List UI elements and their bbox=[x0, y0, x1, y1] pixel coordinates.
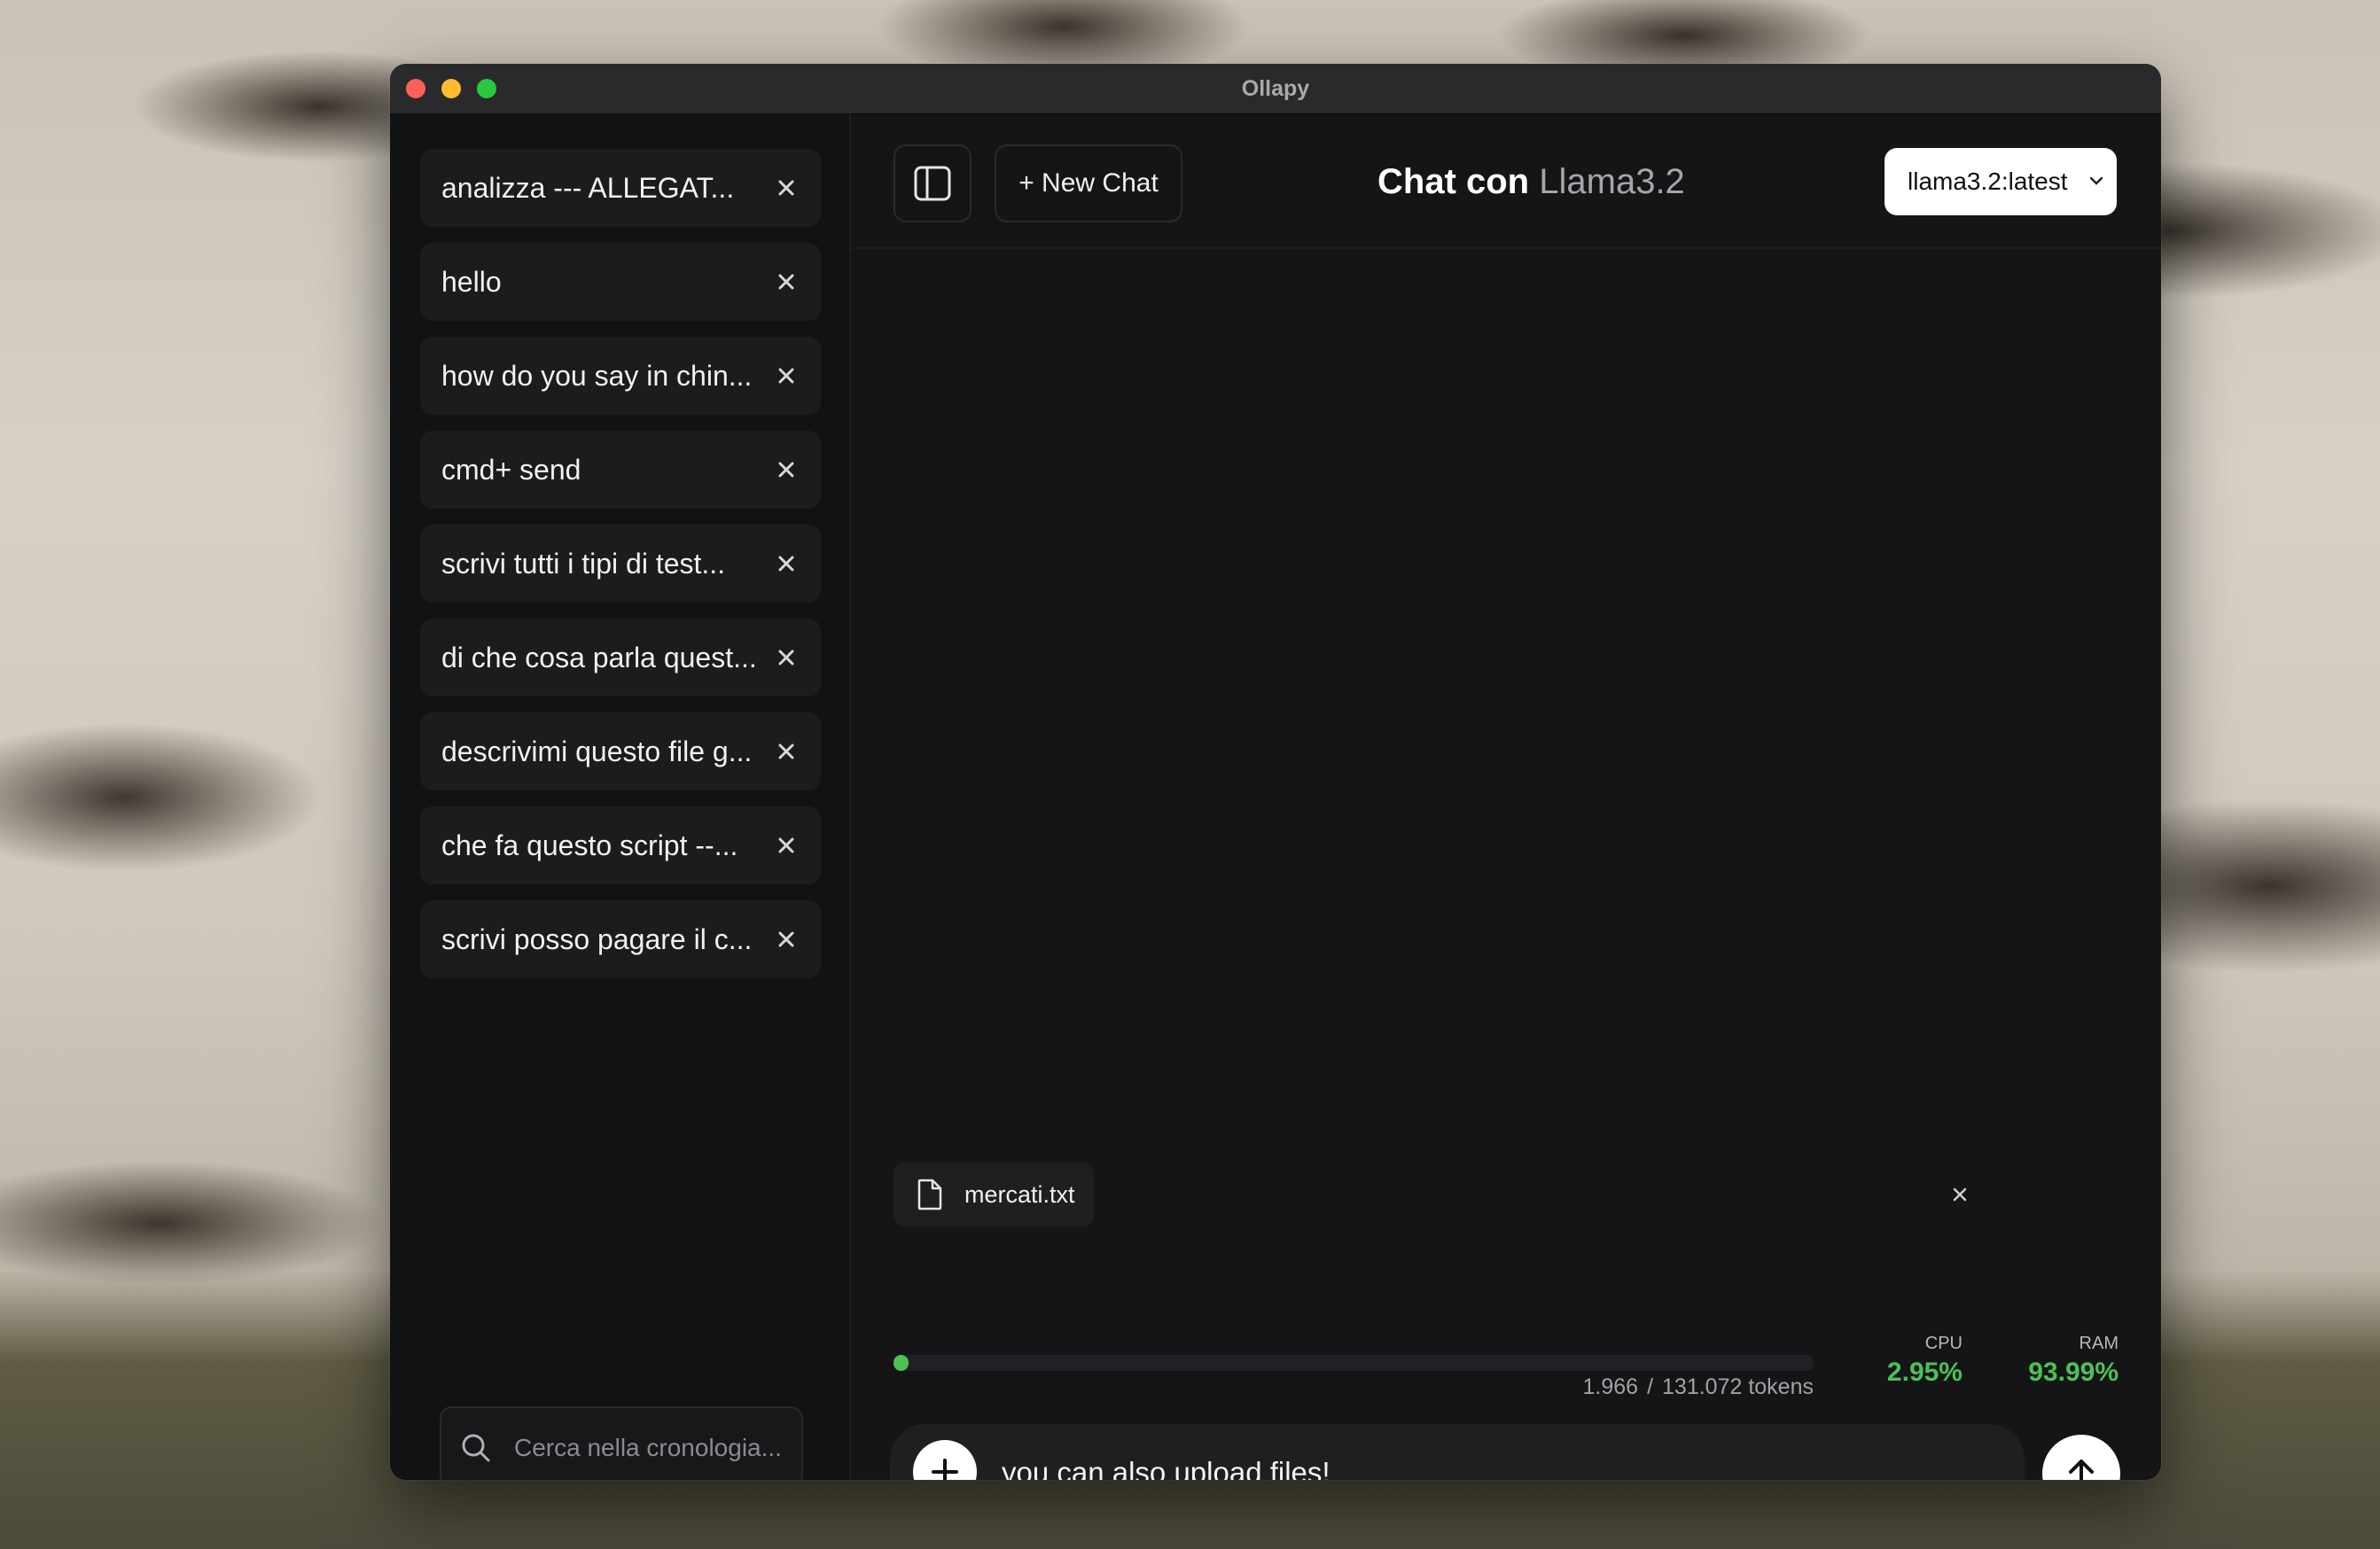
cpu-stat: CPU 2.95% bbox=[1853, 1334, 1963, 1388]
chat-history-item[interactable]: che fa questo script --... bbox=[420, 806, 821, 884]
chat-title: Chat con Llama3.2 bbox=[1377, 146, 1685, 217]
title-bar: Ollapy bbox=[390, 64, 2161, 114]
delete-chat-icon[interactable] bbox=[776, 648, 796, 667]
attachment-chip: mercati.txt bbox=[893, 1163, 1094, 1226]
chat-history-label: che fa questo script --... bbox=[441, 829, 738, 861]
chat-history-item[interactable]: di che cosa parla quest... bbox=[420, 619, 821, 697]
delete-chat-icon[interactable] bbox=[776, 930, 796, 949]
toggle-sidebar-button[interactable] bbox=[893, 144, 972, 222]
search-icon bbox=[462, 1434, 490, 1462]
tokens-used: 1.966 bbox=[1582, 1374, 1639, 1399]
ram-value: 93.99% bbox=[2028, 1358, 2119, 1387]
chat-history-item[interactable]: hello bbox=[420, 243, 821, 321]
app-window: Ollapy analizza --- ALLEGAT... hello how… bbox=[390, 64, 2161, 1480]
delete-chat-icon[interactable] bbox=[776, 836, 796, 855]
chat-history-label: scrivi tutti i tipi di test... bbox=[441, 548, 726, 580]
chat-history-item[interactable]: descrivimi questo file g... bbox=[420, 712, 821, 790]
chat-history-label: cmd+ send bbox=[441, 454, 581, 486]
delete-chat-icon[interactable] bbox=[776, 272, 796, 292]
chat-history-item[interactable]: how do you say in chin... bbox=[420, 337, 821, 415]
chat-history-label: scrivi posso pagare il c... bbox=[441, 923, 753, 955]
sidebar: analizza --- ALLEGAT... hello how do you… bbox=[390, 114, 851, 1480]
context-usage-fill bbox=[893, 1355, 909, 1371]
history-search-input[interactable] bbox=[512, 1408, 791, 1480]
chat-history-item[interactable]: cmd+ send bbox=[420, 431, 821, 509]
chat-history-item[interactable]: analizza --- ALLEGAT... bbox=[420, 149, 821, 227]
remove-attachment-icon[interactable] bbox=[1952, 1187, 1968, 1203]
delete-chat-icon[interactable] bbox=[776, 460, 796, 479]
chat-history-item[interactable]: scrivi tutti i tipi di test... bbox=[420, 525, 821, 603]
chat-panel: + New Chat Chat con Llama3.2 llama3.2:la… bbox=[851, 114, 2161, 1480]
model-select[interactable]: llama3.2:latest bbox=[1884, 148, 2117, 215]
context-usage-bar bbox=[893, 1355, 1814, 1371]
plus-icon bbox=[932, 1459, 958, 1480]
history-search bbox=[440, 1406, 803, 1480]
arrow-up-icon bbox=[2069, 1459, 2094, 1480]
delete-chat-icon[interactable] bbox=[776, 554, 796, 573]
delete-chat-icon[interactable] bbox=[776, 366, 796, 385]
ram-stat: RAM 93.99% bbox=[1986, 1334, 2119, 1388]
token-counter: 1.966/131.072 tokens bbox=[1582, 1374, 1814, 1399]
chat-history-label: descrivimi questo file g... bbox=[441, 736, 753, 767]
delete-chat-icon[interactable] bbox=[776, 742, 796, 761]
chat-title-prefix: Chat con bbox=[1377, 162, 1530, 201]
chat-header: + New Chat Chat con Llama3.2 llama3.2:la… bbox=[851, 114, 2161, 249]
file-icon bbox=[917, 1179, 942, 1210]
chevron-down-icon bbox=[2089, 176, 2103, 185]
chat-history-label: di che cosa parla quest... bbox=[441, 642, 757, 673]
message-input[interactable] bbox=[1000, 1424, 1996, 1480]
window-title: Ollapy bbox=[1241, 76, 1310, 101]
chat-history-label: analizza --- ALLEGAT... bbox=[441, 172, 735, 204]
cpu-label: CPU bbox=[1924, 1334, 1963, 1353]
sidebar-toggle-icon bbox=[914, 166, 951, 201]
chat-history-label: hello bbox=[441, 266, 502, 298]
chat-history-label: how do you say in chin... bbox=[441, 360, 753, 392]
ram-label: RAM bbox=[2079, 1334, 2119, 1353]
delete-chat-icon[interactable] bbox=[776, 178, 796, 198]
attachment-filename: mercati.txt bbox=[964, 1181, 1075, 1208]
send-button[interactable] bbox=[2042, 1435, 2120, 1480]
chat-history-item[interactable]: scrivi posso pagare il c... bbox=[420, 900, 821, 978]
message-composer bbox=[890, 1424, 2025, 1480]
model-select-value: llama3.2:latest bbox=[1908, 167, 2068, 195]
new-chat-button[interactable]: + New Chat bbox=[995, 144, 1182, 222]
attach-file-button[interactable] bbox=[913, 1440, 977, 1480]
tokens-total: 131.072 tokens bbox=[1662, 1374, 1814, 1399]
chat-title-model: Llama3.2 bbox=[1539, 162, 1685, 201]
cpu-value: 2.95% bbox=[1886, 1358, 1963, 1387]
